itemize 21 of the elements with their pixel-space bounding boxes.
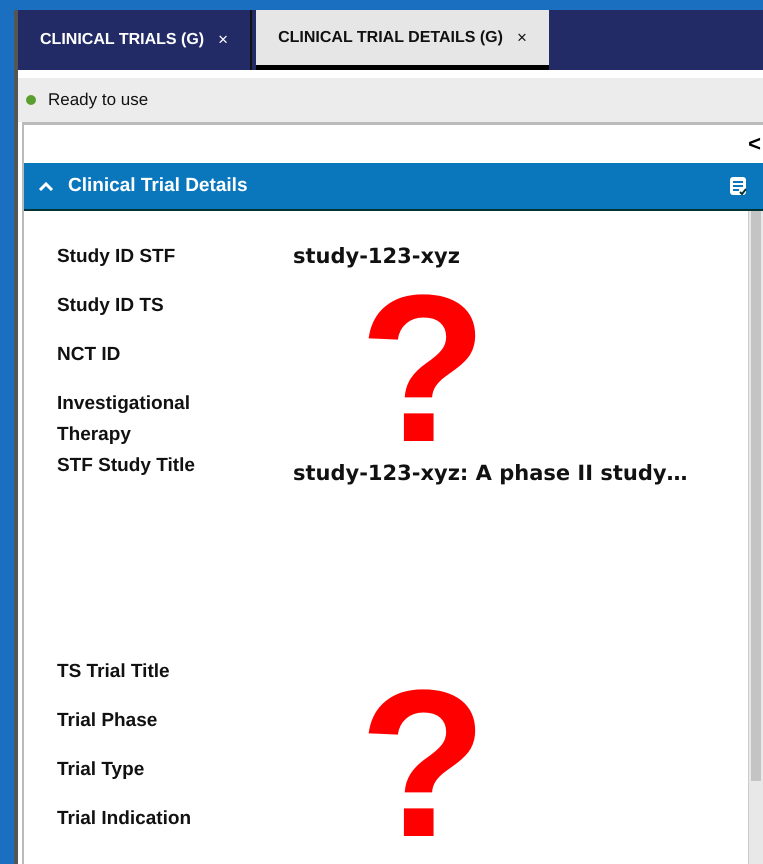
scrollbar[interactable] [748,211,763,864]
collapse-button[interactable]: < [746,131,763,157]
question-mark: ? [359,290,488,448]
field-label: STF Study Title [57,454,196,478]
close-icon[interactable]: × [516,28,527,48]
field-value: study-123-xyz: A phase II study… [293,460,689,487]
field-label: Trial Indication [57,807,192,831]
notes-icon[interactable] [729,176,749,196]
close-icon[interactable]: × [218,30,228,50]
field-label: Trial Phase [57,709,158,733]
field-value: study-123-xyz [293,243,461,270]
tab[interactable]: CLINICAL TRIAL DETAILS (G) × [256,10,549,70]
field-label: Study ID STF [57,245,176,269]
field-label: NCT ID [57,343,122,367]
question-mark: ? [359,685,488,842]
field-label: TS Trial Title [57,660,171,684]
field-label: Study ID TS [57,294,165,318]
section-header[interactable]: Clinical Trial Details [24,163,763,211]
field-label: Investigational Therapy [57,392,192,447]
field-label: Trial Type [57,758,146,782]
status-text: Ready to use [48,90,148,110]
